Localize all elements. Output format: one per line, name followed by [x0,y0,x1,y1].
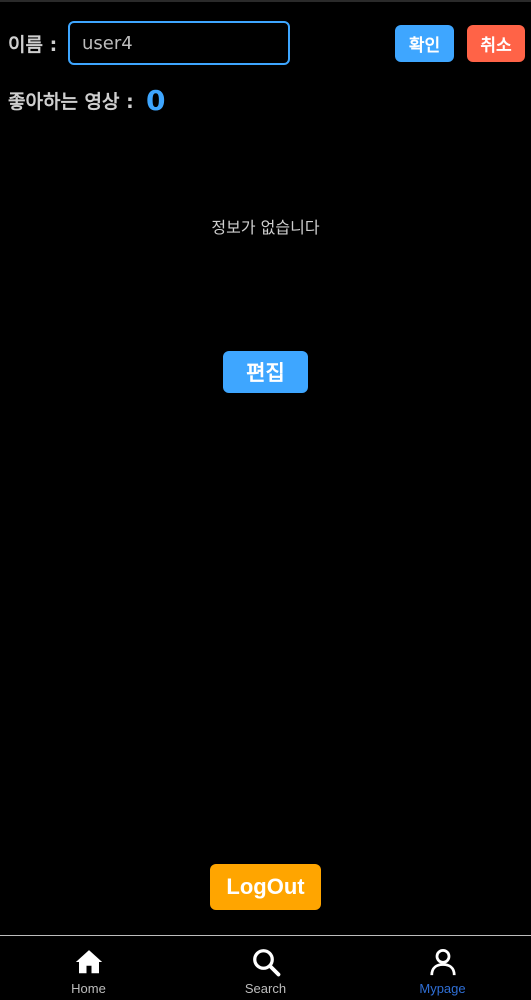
liked-videos-count: 0 [146,84,166,117]
tab-mypage-label: Mypage [419,981,466,996]
tab-search[interactable]: Search [177,936,354,1000]
tab-home-label: Home [71,981,106,996]
logout-button[interactable]: LogOut [210,864,321,910]
top-divider [0,0,531,2]
bottom-tab-bar: Home Search Mypage [0,935,531,1000]
tab-search-label: Search [244,981,287,996]
name-label: 이름 : [8,34,58,56]
tab-home[interactable]: Home [0,936,177,1000]
cancel-button[interactable]: 취소 [467,25,525,62]
search-icon [251,947,281,977]
tab-mypage[interactable]: Mypage [354,936,531,1000]
name-input[interactable] [68,21,290,65]
edit-button[interactable]: 편집 [223,351,308,393]
empty-message: 정보가 없습니다 [211,218,320,237]
confirm-button[interactable]: 확인 [395,25,454,62]
liked-videos-label: 좋아하는 영상 : [8,91,134,113]
home-icon [74,947,104,977]
person-icon [428,947,458,977]
